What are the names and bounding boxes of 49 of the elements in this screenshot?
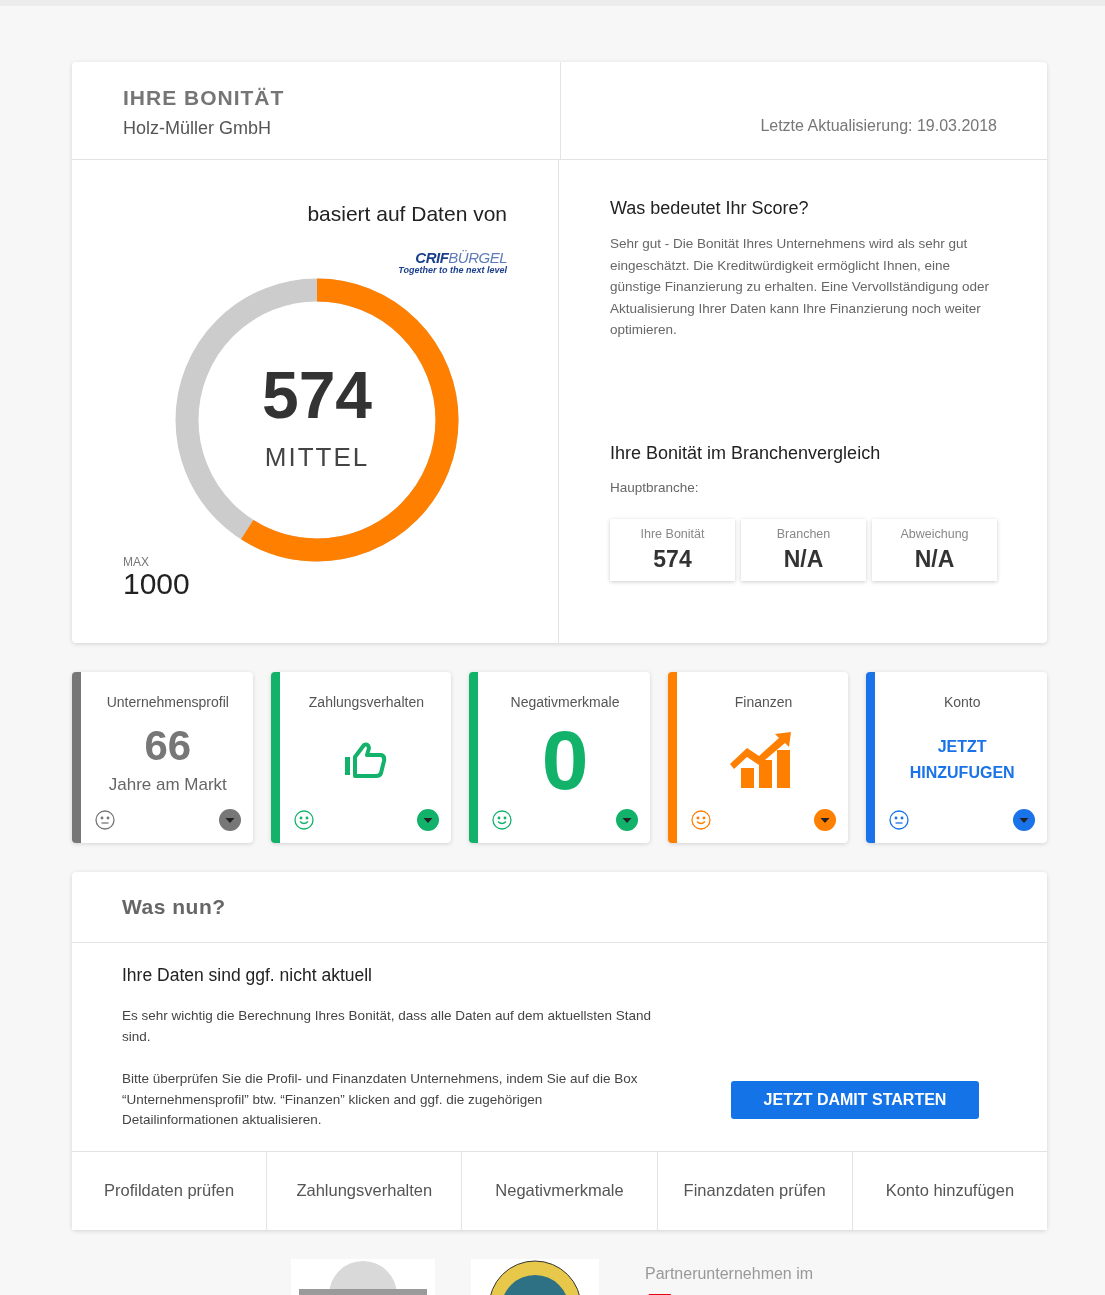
expand-icon[interactable] [814,809,837,831]
category-tile[interactable]: Finanzen [667,672,849,843]
tile-title: Finanzen [733,694,794,710]
action-button[interactable]: Finanzdaten prüfen [657,1151,853,1230]
notice-text: Es sehr wichtig die Berechnung Ihres Bonität, dass alle Daten auf dem aktuellsten Stand sind. [122,1007,653,1046]
tile-title: Negativmerkmale [509,694,621,710]
crif-logo: CRIFBÜRGEL Together to the next level [397,250,507,275]
partner-text: Partnerunternehmen im [645,1264,814,1283]
comparison-value: N/A [913,545,956,573]
comparison-label: Branchen [775,526,832,541]
expand-icon[interactable] [615,809,638,831]
category-tile[interactable]: Unternehmensprofil 66 Jahre am Markt [72,672,253,843]
section-title: Was nun? [122,895,226,919]
section-title: Ihre Bonität im Branchenvergleich [610,442,882,464]
tile-value: 0 [541,717,589,802]
tile-caption: Jahre am Markt [108,774,227,795]
industry-label: Hauptbranche: [610,479,700,495]
expand-icon[interactable] [1012,809,1035,831]
last-update-text: Letzte Aktualisierung: 19.03.2018 [760,117,997,135]
action-button[interactable]: Negativmerkmale [462,1151,658,1230]
action-button[interactable]: Zahlungsverhalten [267,1151,463,1230]
category-tile[interactable]: Konto JETZT HINZUFUGEN [866,672,1047,843]
score-value: 574 [261,361,373,428]
score-rating: MITTEL [264,441,370,473]
tile-title: Konto [942,694,982,710]
company-name: Holz-Müller GmbH [123,118,273,139]
category-tile[interactable]: Zahlungsverhalten [270,672,452,843]
section-title: Was bedeutet Ihr Score? [610,198,810,219]
explanation-text: Sehr gut - Die Bonität Ihres Unternehmens wird als sehr gut eingeschätzt. Die Kreditwürdigkeit ermöglicht Ihnen, eine günstige Finanzierung zu erhalten. Eine Vervollständigung oder Aktualisierung Ihrer Daten kann Ihre Finanzierung noch weiter optimieren. [610,235,990,339]
source-label: basiert auf Daten von [306,202,508,226]
comparison-value: 574 [652,545,693,573]
tile-title: Unternehmensprofil [105,694,230,710]
expand-icon[interactable] [417,809,440,831]
tile-title: Zahlungsverhalten [307,694,425,710]
add-account-link[interactable]: JETZT HINZUFUGEN [909,737,1015,782]
notice-heading: Ihre Daten sind ggf. nicht aktuell [122,965,373,986]
category-tile[interactable]: Negativmerkmale 0 [469,672,650,843]
max-label: MAX [123,555,150,569]
expand-icon[interactable] [218,809,241,831]
comparison-label: Ihre Bonität [639,526,706,541]
start-button[interactable]: JETZT DAMIT STARTEN [731,1081,979,1119]
page-title: IHRE BONITÄT [123,86,286,110]
notice-text: Bitte überprüfen Sie die Profil- und Finanzdaten Unternehmens, indem Sie auf die Box “Unternehmensprofil” btw. “Finanzen” klicken and ggf. die zugehörigen Detailinformationen aktualisieren. [122,1070,639,1129]
max-value: 1000 [123,569,190,599]
tile-value: 66 [144,724,192,767]
action-button[interactable]: Konto hinzufügen [852,1151,1047,1230]
action-button[interactable]: Profildaten prüfen [72,1151,268,1230]
comparison-label: Abweichung [899,526,970,541]
comparison-value: N/A [782,545,825,573]
